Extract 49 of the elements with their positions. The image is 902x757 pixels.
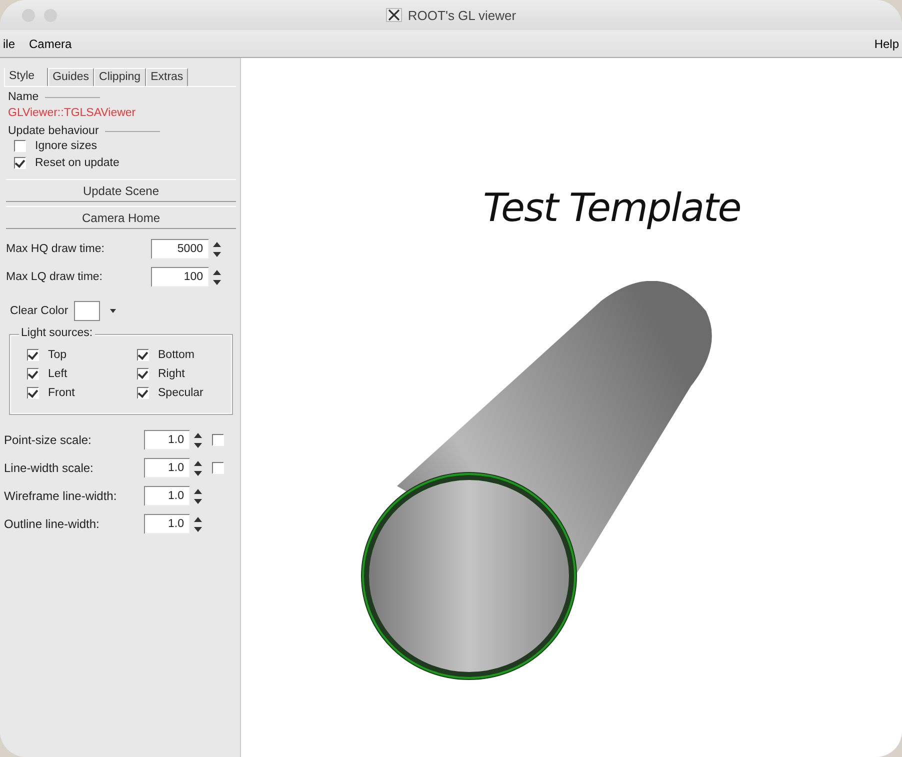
tab[interactable]: Style <box>4 68 48 86</box>
number-field[interactable]: 1.0 <box>144 458 190 478</box>
checkbox[interactable] <box>14 157 26 169</box>
checkbox[interactable] <box>137 349 149 361</box>
window-title: ROOT's GL viewer <box>408 8 516 22</box>
checkbox-label: Right <box>158 368 185 380</box>
field-label: Max HQ draw time: <box>6 243 106 255</box>
group-label: Light sources: <box>19 327 95 339</box>
menu-item[interactable]: ile <box>0 36 22 50</box>
section-label: Update behaviour <box>8 125 99 137</box>
section-label: Name <box>8 91 39 103</box>
checkbox-label: Front <box>48 387 75 399</box>
menu-item[interactable]: Help <box>868 36 902 50</box>
viewer-name: GLViewer::TGLSAViewer <box>7 106 137 121</box>
checkbox-label: Specular <box>158 387 204 399</box>
tab[interactable]: Clipping <box>94 68 146 86</box>
field-label: Outline line-width: <box>4 517 100 531</box>
field-label: Line-width scale: <box>4 461 94 475</box>
checkbox[interactable] <box>137 368 149 380</box>
x-logo-icon <box>386 8 402 22</box>
field-label: Clear Color <box>10 305 68 317</box>
checkbox[interactable] <box>27 368 39 380</box>
checkbox[interactable] <box>137 387 149 399</box>
panel-button[interactable]: Camera Home <box>6 206 236 229</box>
checkbox-label: Bottom <box>158 349 194 361</box>
menu-item[interactable]: Camera <box>23 36 78 50</box>
tab[interactable]: Guides <box>48 68 94 86</box>
panel-button[interactable]: Update Scene <box>6 179 236 202</box>
checkbox[interactable] <box>27 387 39 399</box>
number-field[interactable]: 1.0 <box>144 514 190 534</box>
checkbox-label: Reset on update <box>35 157 120 169</box>
scene-title: Test Template <box>483 186 741 231</box>
field-label: Point-size scale: <box>4 433 92 447</box>
number-field[interactable]: 1.0 <box>144 486 190 506</box>
color-swatch[interactable] <box>74 301 100 321</box>
number-field[interactable]: 100 <box>151 267 209 287</box>
checkbox[interactable] <box>212 462 224 474</box>
checkbox-label: Ignore sizes <box>35 140 98 152</box>
number-field[interactable]: 1.0 <box>144 430 190 450</box>
field-label: Wireframe line-width: <box>4 489 118 503</box>
dropdown-arrow-icon[interactable] <box>110 309 116 313</box>
checkbox[interactable] <box>27 349 39 361</box>
number-field[interactable]: 5000 <box>151 239 209 259</box>
checkbox-label: Top <box>48 349 67 361</box>
field-label: Max LQ draw time: <box>6 271 104 283</box>
checkbox-label: Left <box>48 368 68 380</box>
checkbox[interactable] <box>212 434 224 446</box>
tab[interactable]: Extras <box>146 68 188 86</box>
checkbox[interactable] <box>14 140 26 152</box>
